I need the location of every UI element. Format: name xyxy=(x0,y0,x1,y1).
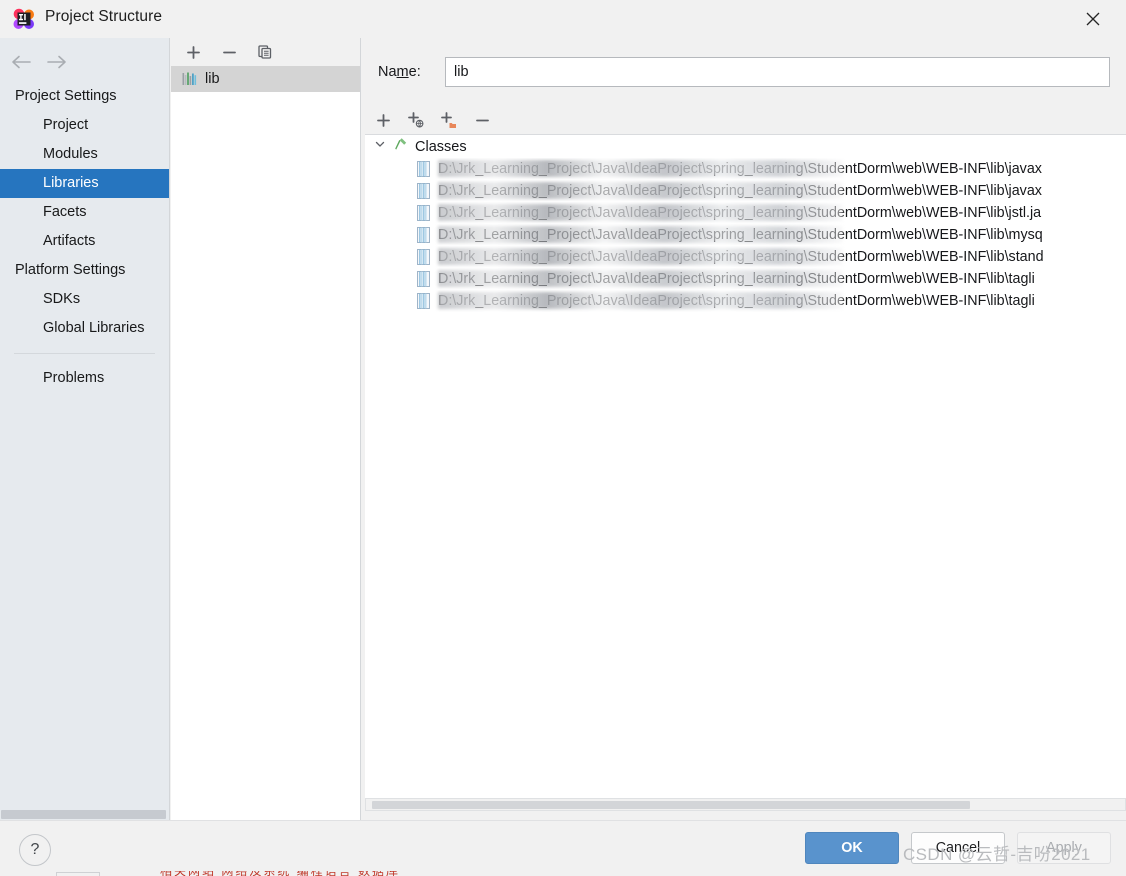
intellij-idea-logo-icon xyxy=(13,8,35,30)
sidebar-item-artifacts[interactable]: Artifacts xyxy=(0,227,169,256)
copy-library-button[interactable] xyxy=(254,41,276,63)
library-icon xyxy=(182,72,198,86)
sidebar-scrollbar-thumb[interactable] xyxy=(1,810,166,819)
add-library-button[interactable] xyxy=(182,41,204,63)
sidebar-item-project[interactable]: Project xyxy=(0,111,169,140)
tree-node-classes-label: Classes xyxy=(415,138,467,155)
cancel-button[interactable]: Cancel xyxy=(911,832,1005,864)
name-input[interactable] xyxy=(445,57,1110,87)
jar-entry-row[interactable]: D:\Jrk_Learning_Project\Java\IdeaProject… xyxy=(365,268,1126,290)
sidebar-group-project-settings: Project Settings xyxy=(15,88,117,104)
apply-button[interactable]: Apply xyxy=(1017,832,1111,864)
jar-icon xyxy=(417,183,430,199)
help-button[interactable]: ? xyxy=(19,834,51,866)
libraries-toolbar xyxy=(171,38,360,66)
tree-node-classes[interactable]: Classes xyxy=(365,135,1126,158)
jar-entry-path: D:\Jrk_Learning_Project\Java\IdeaProject… xyxy=(438,249,1044,265)
attach-directory-button[interactable] xyxy=(438,109,460,131)
sidebar-item-problems[interactable]: Problems xyxy=(0,364,169,393)
jar-entry-path: D:\Jrk_Learning_Project\Java\IdeaProject… xyxy=(438,271,1035,287)
jar-entry-path: D:\Jrk_Learning_Project\Java\IdeaProject… xyxy=(438,293,1035,309)
library-detail-panel: Name: lib Classes D:\Jrk_Learning_Projec… xyxy=(361,38,1126,820)
classes-tree: Classes D:\Jrk_Learning_Project\Java\Ide… xyxy=(365,134,1126,798)
jar-icon xyxy=(417,205,430,221)
classes-hammer-icon xyxy=(393,136,409,157)
dialog-footer: ? OK Cancel Apply xyxy=(0,820,1126,876)
sidebar-item-global-libraries[interactable]: Global Libraries xyxy=(0,314,169,343)
sidebar-navigation xyxy=(10,50,80,74)
sidebar-list: Project Settings Project Modules Librari… xyxy=(0,82,169,393)
name-field-row: Name: xyxy=(361,52,1126,92)
add-classes-button[interactable] xyxy=(372,109,394,131)
library-list-item-label: lib xyxy=(205,71,220,87)
library-list-item-lib[interactable]: lib xyxy=(171,66,360,92)
title-bar: Project Structure xyxy=(0,0,1126,38)
attach-url-button[interactable] xyxy=(405,109,427,131)
sidebar-item-libraries[interactable]: Libraries xyxy=(0,169,169,198)
jar-icon xyxy=(417,293,430,309)
settings-sidebar: Project Settings Project Modules Librari… xyxy=(0,38,170,820)
jar-entry-path: D:\Jrk_Learning_Project\Java\IdeaProject… xyxy=(438,227,1043,243)
jar-entry-row[interactable]: D:\Jrk_Learning_Project\Java\IdeaProject… xyxy=(365,158,1126,180)
jar-icon xyxy=(417,271,430,287)
jar-icon xyxy=(417,227,430,243)
jar-icon xyxy=(417,249,430,265)
chevron-down-icon[interactable] xyxy=(373,137,387,156)
classes-scrollbar-thumb[interactable] xyxy=(372,801,970,809)
jar-entry-path: D:\Jrk_Learning_Project\Java\IdeaProject… xyxy=(438,205,1042,221)
jar-entry-row[interactable]: D:\Jrk_Learning_Project\Java\IdeaProject… xyxy=(365,246,1126,268)
jar-entry-row[interactable]: D:\Jrk_Learning_Project\Java\IdeaProject… xyxy=(365,224,1126,246)
close-icon[interactable] xyxy=(1060,0,1126,38)
page-bleed-box xyxy=(56,872,100,876)
sidebar-horizontal-scrollbar[interactable] xyxy=(0,808,169,820)
sidebar-divider xyxy=(14,353,155,354)
jar-entry-path: D:\Jrk_Learning_Project\Java\IdeaProject… xyxy=(438,161,1042,177)
ok-button[interactable]: OK xyxy=(805,832,899,864)
arrow-left-icon[interactable] xyxy=(10,55,32,69)
arrow-right-icon[interactable] xyxy=(46,55,68,69)
jar-entry-row[interactable]: D:\Jrk_Learning_Project\Java\IdeaProject… xyxy=(365,290,1126,312)
sidebar-item-facets[interactable]: Facets xyxy=(0,198,169,227)
sidebar-item-modules[interactable]: Modules xyxy=(0,140,169,169)
sidebar-item-sdks[interactable]: SDKs xyxy=(0,285,169,314)
jar-entry-path: D:\Jrk_Learning_Project\Java\IdeaProject… xyxy=(438,183,1042,199)
remove-library-button[interactable] xyxy=(218,41,240,63)
page-bleed-text: 相关网站 网络及系统 编程语言 数据库 xyxy=(160,871,920,876)
window-title: Project Structure xyxy=(45,8,163,25)
libraries-list-panel: lib xyxy=(171,38,361,820)
sidebar-group-platform-settings: Platform Settings xyxy=(15,262,126,278)
classes-horizontal-scrollbar[interactable] xyxy=(365,798,1126,811)
project-structure-dialog: Project Structure Project Settings Proje… xyxy=(0,0,1126,876)
jar-icon xyxy=(417,161,430,177)
remove-classes-button[interactable] xyxy=(471,109,493,131)
jar-entry-row[interactable]: D:\Jrk_Learning_Project\Java\IdeaProject… xyxy=(365,180,1126,202)
name-field-label: Name: xyxy=(378,64,421,80)
jar-entry-list: D:\Jrk_Learning_Project\Java\IdeaProject… xyxy=(365,158,1126,312)
jar-entry-row[interactable]: D:\Jrk_Learning_Project\Java\IdeaProject… xyxy=(365,202,1126,224)
classes-toolbar xyxy=(361,106,1126,134)
